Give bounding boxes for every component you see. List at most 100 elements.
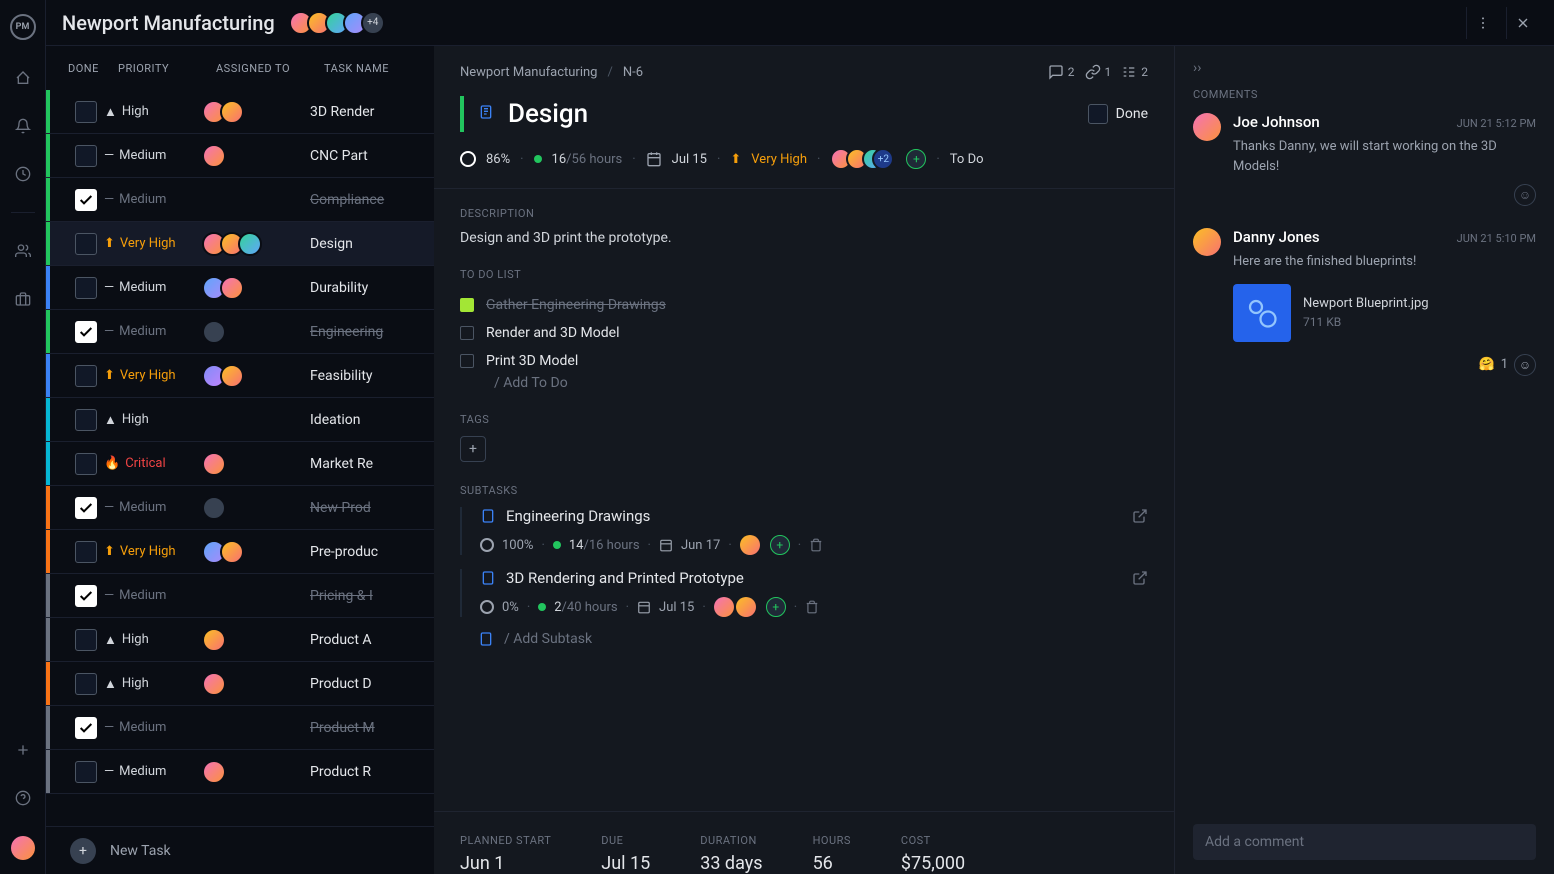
app-logo[interactable]: PM — [10, 14, 36, 40]
done-checkbox[interactable] — [75, 541, 97, 563]
task-row[interactable]: —Medium Pricing & I — [46, 574, 434, 618]
new-task-button[interactable]: + New Task — [46, 826, 434, 874]
comment-author[interactable]: Joe Johnson — [1233, 113, 1320, 131]
status-value[interactable]: To Do — [950, 152, 984, 167]
assignee-cell[interactable] — [202, 320, 310, 344]
add-subtask-button[interactable]: / Add Subtask — [460, 631, 1148, 647]
people-icon[interactable] — [13, 241, 33, 261]
description-text[interactable]: Design and 3D print the prototype. — [460, 230, 1148, 246]
assignee-cell[interactable] — [202, 276, 310, 300]
priority-cell[interactable]: ⬆Very High — [104, 236, 202, 251]
add-assignee-button[interactable]: + — [766, 597, 786, 617]
assignee-cell[interactable] — [202, 364, 310, 388]
task-row[interactable]: ▲High 3D Render — [46, 90, 434, 134]
close-icon[interactable] — [1506, 7, 1538, 39]
clock-icon[interactable] — [13, 164, 33, 184]
task-title[interactable]: Design — [508, 99, 588, 129]
done-checkbox[interactable] — [75, 321, 97, 343]
reaction-emoji[interactable]: 🤗 — [1479, 357, 1495, 372]
duration-value[interactable]: 33 days — [700, 853, 762, 874]
priority-cell[interactable]: —Medium — [104, 500, 202, 515]
done-checkbox[interactable] — [75, 277, 97, 299]
assignee-cell[interactable] — [202, 496, 310, 520]
col-done[interactable]: DONE — [68, 62, 118, 75]
priority-cell[interactable]: ▲High — [104, 412, 202, 428]
priority-cell[interactable]: ▲High — [104, 632, 202, 648]
done-checkbox[interactable] — [75, 629, 97, 651]
priority-cell[interactable]: —Medium — [104, 588, 202, 603]
help-icon[interactable] — [13, 788, 33, 808]
assignee-cell[interactable] — [202, 672, 310, 696]
hours-value[interactable]: 56 — [813, 853, 851, 874]
trash-icon[interactable] — [809, 538, 823, 552]
done-checkbox[interactable] — [75, 145, 97, 167]
assignee-cell[interactable] — [202, 232, 310, 256]
todo-checkbox[interactable] — [460, 298, 474, 312]
react-button[interactable]: ☺ — [1514, 354, 1536, 376]
todo-item[interactable]: Gather Engineering Drawings — [460, 291, 1148, 319]
priority-cell[interactable]: —Medium — [104, 324, 202, 339]
assignee-cell[interactable] — [202, 628, 310, 652]
done-checkbox[interactable] — [75, 101, 97, 123]
task-row[interactable]: —Medium Durability — [46, 266, 434, 310]
add-assignee-button[interactable]: + — [906, 149, 926, 169]
breadcrumb-id[interactable]: N-6 — [623, 65, 643, 80]
col-name[interactable]: TASK NAME — [324, 62, 434, 75]
assignee-cell[interactable] — [202, 100, 310, 124]
todo-checkbox[interactable] — [460, 354, 474, 368]
task-row[interactable]: —Medium Product R — [46, 750, 434, 794]
priority-cell[interactable]: ▲High — [104, 676, 202, 692]
priority-cell[interactable]: —Medium — [104, 720, 202, 735]
comment-avatar[interactable] — [1193, 113, 1221, 141]
more-menu-icon[interactable] — [1466, 7, 1498, 39]
user-avatar[interactable] — [11, 836, 35, 860]
links-count[interactable]: 1 — [1085, 64, 1112, 80]
task-row[interactable]: 🔥Critical Market Re — [46, 442, 434, 486]
trash-icon[interactable] — [805, 600, 819, 614]
col-assigned[interactable]: ASSIGNED TO — [216, 62, 324, 75]
task-row[interactable]: ▲High Product A — [46, 618, 434, 662]
priority-cell[interactable]: ⬆Very High — [104, 368, 202, 383]
priority-cell[interactable]: ▲High — [104, 104, 202, 120]
add-tag-button[interactable]: + — [460, 436, 486, 462]
task-row[interactable]: —Medium Compliance — [46, 178, 434, 222]
breadcrumb-project[interactable]: Newport Manufacturing — [460, 65, 597, 80]
subtask-due[interactable]: Jul 15 — [659, 600, 694, 615]
done-checkbox[interactable] — [75, 717, 97, 739]
react-button[interactable]: ☺ — [1514, 184, 1536, 206]
subtask-due[interactable]: Jun 17 — [681, 538, 720, 553]
due-value[interactable]: Jul 15 — [601, 853, 650, 874]
plus-icon[interactable] — [13, 740, 33, 760]
subtask-title-text[interactable]: 3D Rendering and Printed Prototype — [506, 569, 744, 587]
task-row[interactable]: —Medium CNC Part — [46, 134, 434, 178]
comment-input[interactable]: Add a comment — [1193, 824, 1536, 860]
assignee-avatars[interactable]: +2 — [830, 148, 894, 170]
collapse-icon[interactable]: ›› — [1193, 60, 1201, 76]
home-icon[interactable] — [13, 68, 33, 88]
task-row[interactable]: ⬆Very High Feasibility — [46, 354, 434, 398]
priority-value[interactable]: Very High — [751, 152, 807, 167]
assignee-cell[interactable] — [202, 540, 310, 564]
open-icon[interactable] — [1132, 570, 1148, 586]
due-date[interactable]: Jul 15 — [672, 152, 707, 167]
todo-item[interactable]: Print 3D Model — [460, 347, 1148, 375]
priority-cell[interactable]: ⬆Very High — [104, 544, 202, 559]
attachment[interactable]: Newport Blueprint.jpg 711 KB — [1233, 284, 1536, 342]
comments-count[interactable]: 2 — [1048, 64, 1075, 80]
done-checkbox[interactable] — [75, 233, 97, 255]
done-checkbox[interactable] — [75, 585, 97, 607]
task-row[interactable]: —Medium Product M — [46, 706, 434, 750]
task-row[interactable]: —Medium Engineering — [46, 310, 434, 354]
subtask-title-text[interactable]: Engineering Drawings — [506, 507, 650, 525]
done-checkbox[interactable] — [75, 365, 97, 387]
open-icon[interactable] — [1132, 508, 1148, 524]
task-row[interactable]: ⬆Very High Design — [46, 222, 434, 266]
done-checkbox[interactable] — [75, 761, 97, 783]
add-todo-button[interactable]: / Add To Do — [460, 375, 1148, 391]
more-members[interactable]: +4 — [361, 11, 385, 35]
project-members[interactable]: +4 — [295, 11, 385, 35]
priority-cell[interactable]: —Medium — [104, 192, 202, 207]
priority-cell[interactable]: —Medium — [104, 148, 202, 163]
done-checkbox[interactable] — [75, 453, 97, 475]
comment-author[interactable]: Danny Jones — [1233, 228, 1320, 246]
